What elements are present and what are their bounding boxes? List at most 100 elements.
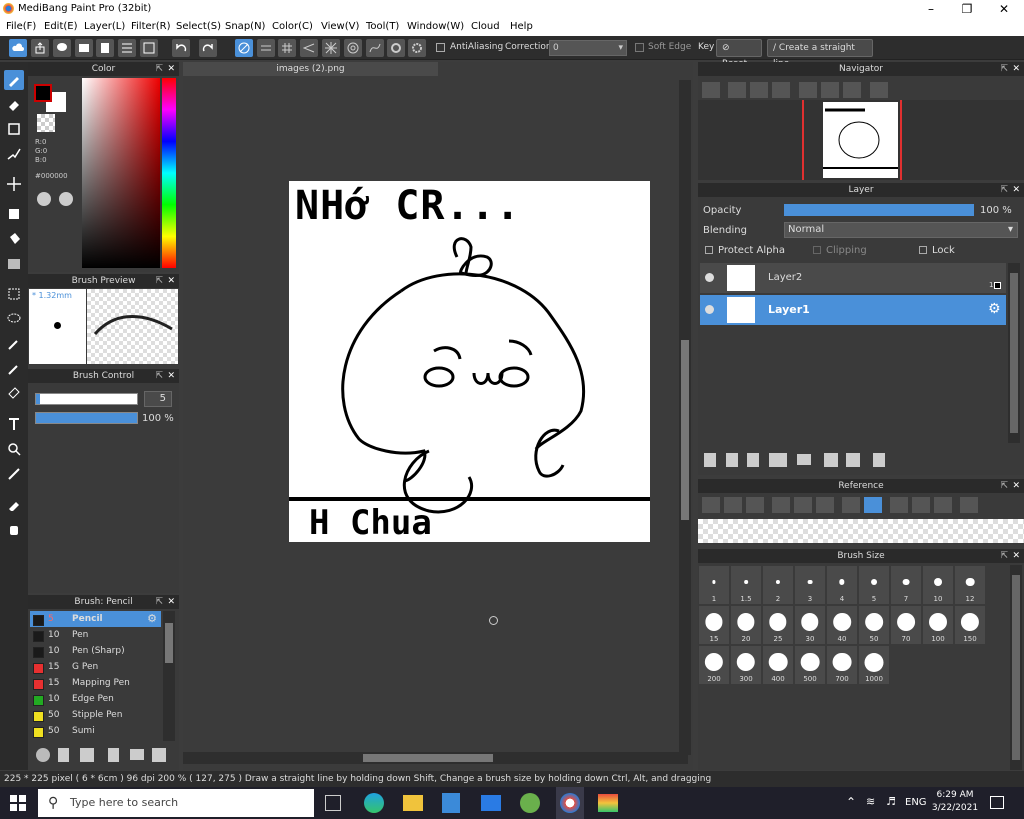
close-button[interactable]: ✕: [985, 0, 1023, 18]
clock[interactable]: 6:29 AM 3/22/2021: [930, 789, 980, 815]
cloud-brush-icon[interactable]: [36, 748, 50, 762]
language-indicator[interactable]: ENG: [905, 797, 927, 808]
brush-opacity-slider[interactable]: [35, 412, 138, 424]
operation-tool-icon[interactable]: [4, 439, 24, 459]
menu-select[interactable]: Select(S): [176, 21, 221, 32]
duplicate-brush-icon[interactable]: [152, 748, 166, 762]
divide-tool-icon[interactable]: [4, 464, 24, 484]
brush-list-item[interactable]: 15 Mapping Pen: [30, 675, 161, 691]
select-pen-icon[interactable]: [4, 359, 24, 379]
horizontal-scrollbar[interactable]: [183, 752, 688, 764]
menu-window[interactable]: Window(W): [407, 21, 464, 32]
brush-size-option[interactable]: 200: [699, 646, 729, 684]
text-tool-icon[interactable]: [4, 414, 24, 434]
brush-list-item[interactable]: 15 G Pen: [30, 659, 161, 675]
undock-icon[interactable]: ⇱: [155, 62, 163, 76]
notification-icon[interactable]: [990, 796, 1004, 809]
fill-rect-tool-icon[interactable]: [4, 204, 24, 224]
brush-size-slider[interactable]: [35, 393, 138, 405]
brush-list-scrollbar[interactable]: [163, 611, 175, 741]
minimize-button[interactable]: –: [912, 0, 950, 18]
reset-button[interactable]: ⊘ Reset: [716, 39, 762, 69]
brush-size-option[interactable]: 500: [795, 646, 825, 684]
close-icon[interactable]: ✕: [1012, 479, 1020, 493]
rotate-left-icon[interactable]: [799, 82, 817, 98]
soft-edge-checkbox[interactable]: [635, 43, 644, 52]
layer-row-selected[interactable]: Layer1 ⚙: [700, 295, 1006, 325]
palette-add-icon[interactable]: [59, 192, 73, 206]
brush-size-option[interactable]: 300: [731, 646, 761, 684]
lock-checkbox[interactable]: [919, 246, 927, 254]
vertical-scrollbar[interactable]: [679, 80, 691, 755]
brush-size-option[interactable]: 40: [827, 606, 857, 644]
menu-tool[interactable]: Tool(T): [366, 21, 399, 32]
medibang-taskbar-item[interactable]: [556, 787, 584, 819]
brush-size-option[interactable]: 2: [763, 566, 793, 604]
antialiasing-checkbox[interactable]: [436, 43, 445, 52]
brush-size-option[interactable]: 50: [859, 606, 889, 644]
circle-snap-icon[interactable]: [344, 39, 362, 57]
wifi-icon[interactable]: ≋: [866, 795, 875, 808]
brush-size-option[interactable]: 1000: [859, 646, 889, 684]
brush-list-item[interactable]: 10 Pen (Sharp): [30, 643, 161, 659]
edge-browser-icon[interactable]: [364, 793, 384, 813]
undo-icon[interactable]: [172, 39, 190, 57]
select-eraser-icon[interactable]: [4, 382, 24, 402]
correction-select[interactable]: 0 ▾: [549, 40, 627, 56]
transparent-swatch[interactable]: [37, 114, 55, 132]
flip-icon[interactable]: [870, 82, 888, 98]
hand-tool-icon[interactable]: [4, 519, 24, 539]
menu-view[interactable]: View(V): [321, 21, 359, 32]
brush-size-option[interactable]: 5: [859, 566, 889, 604]
parallel-snap-icon[interactable]: [257, 39, 275, 57]
cloud-icon[interactable]: [9, 39, 27, 57]
brush-list-item[interactable]: 5 Pencil ⚙: [30, 611, 161, 627]
open-folder-icon[interactable]: [724, 497, 742, 513]
share-icon[interactable]: [31, 39, 49, 57]
rotate-right-icon[interactable]: [843, 82, 861, 98]
fit-icon[interactable]: [750, 82, 768, 98]
eye-icon[interactable]: [705, 273, 714, 282]
zoom-in-small-icon[interactable]: [728, 82, 746, 98]
undock-icon[interactable]: ⇱: [1000, 62, 1008, 76]
close-icon[interactable]: ✕: [167, 274, 175, 288]
brush-size-option[interactable]: 10: [923, 566, 953, 604]
windows-start-icon[interactable]: [10, 795, 26, 811]
clipping-checkbox[interactable]: [813, 246, 821, 254]
new-brush-icon[interactable]: [58, 748, 69, 762]
brush-tool-icon[interactable]: [4, 70, 24, 90]
volume-icon[interactable]: ♬: [886, 795, 896, 808]
close-icon[interactable]: ✕: [167, 369, 175, 383]
close-reference-icon[interactable]: [746, 497, 764, 513]
undock-icon[interactable]: ⇱: [1000, 479, 1008, 493]
layer-row[interactable]: Layer2 1: [700, 263, 1006, 293]
fit-icon[interactable]: [794, 497, 812, 513]
panel-icon[interactable]: [75, 39, 93, 57]
curve-snap-icon[interactable]: [366, 39, 384, 57]
close-icon[interactable]: ✕: [1012, 183, 1020, 197]
edit-brush-icon[interactable]: [108, 748, 119, 762]
undock-icon[interactable]: ⇱: [155, 595, 163, 609]
store-icon[interactable]: [442, 793, 460, 813]
eyedropper-icon[interactable]: [842, 497, 860, 513]
maximize-button[interactable]: ❐: [948, 0, 986, 18]
menu-file[interactable]: File(F): [6, 21, 36, 32]
folder-icon[interactable]: [130, 749, 144, 760]
zoom-in-icon[interactable]: [702, 82, 720, 98]
menu-help[interactable]: Help: [510, 21, 533, 32]
brush-size-scrollbar[interactable]: [1010, 565, 1022, 770]
magic-wand-icon[interactable]: [4, 334, 24, 354]
palette-icon[interactable]: [37, 192, 51, 206]
task-view-icon[interactable]: [325, 795, 341, 811]
close-icon[interactable]: ✕: [167, 595, 175, 609]
brush-size-option[interactable]: 25: [763, 606, 793, 644]
gear-icon[interactable]: ⚙: [147, 611, 157, 627]
new-layer-icon[interactable]: [704, 453, 716, 467]
brush-size-option[interactable]: 70: [891, 606, 921, 644]
layer-opacity-slider[interactable]: [784, 204, 974, 216]
zoom-out-icon[interactable]: [816, 497, 834, 513]
gear-icon[interactable]: ⚙: [988, 301, 1001, 317]
undock-icon[interactable]: ⇱: [155, 369, 163, 383]
brush-list-item[interactable]: 50 Stipple Pen: [30, 707, 161, 723]
brush-size-option[interactable]: 20: [731, 606, 761, 644]
